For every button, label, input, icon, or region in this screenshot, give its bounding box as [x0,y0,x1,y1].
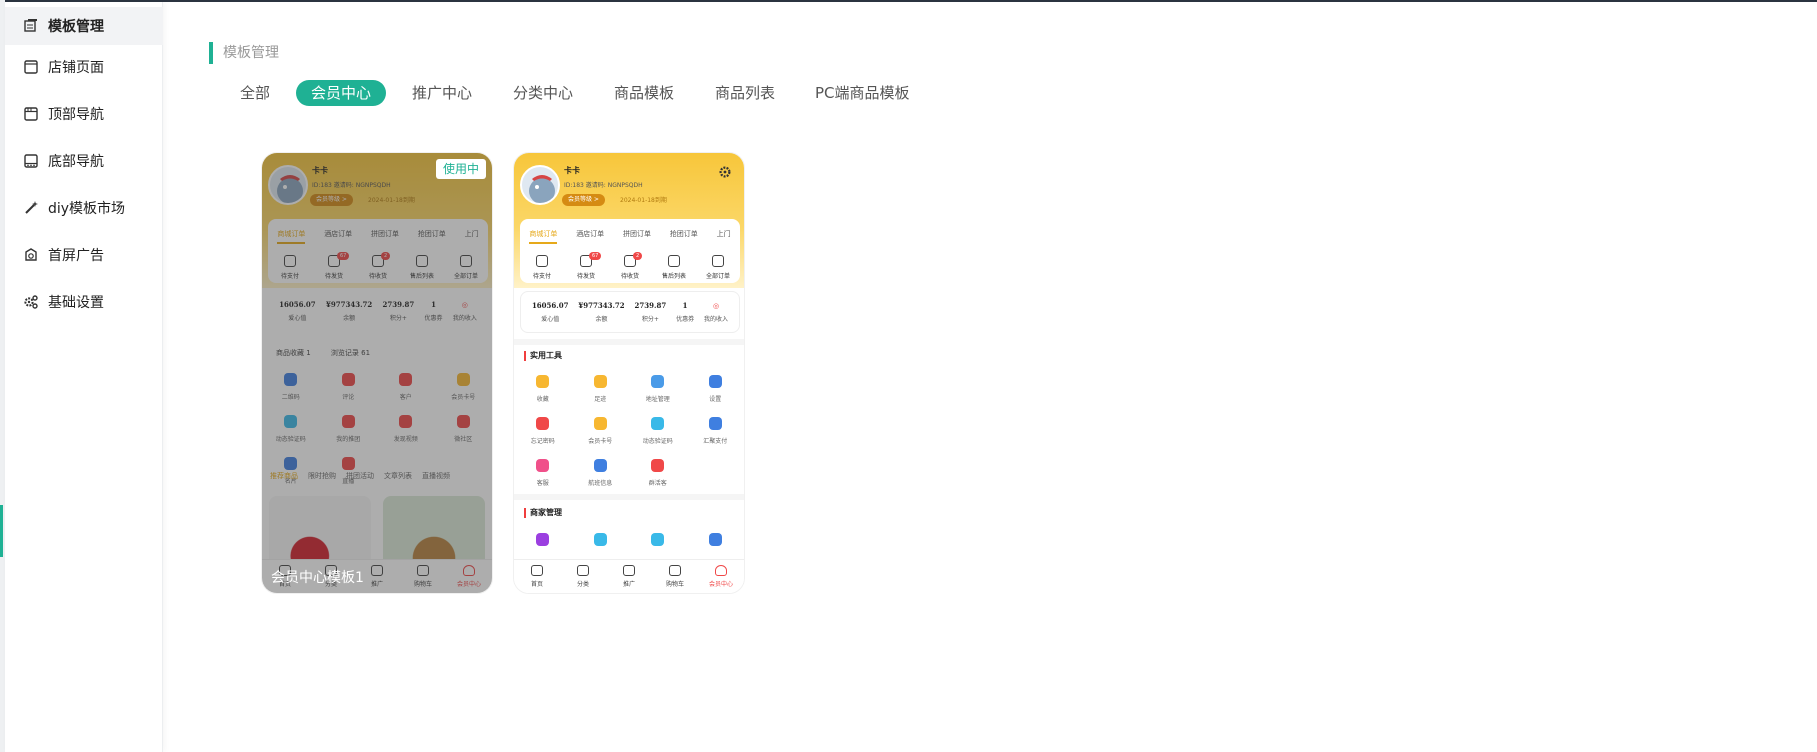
sidebar-item-label: 店铺页面 [48,60,104,76]
stat-points: 2739.87 积分+ [634,301,667,323]
grid-item: 汇聚支付 [687,417,745,445]
order-tab: 商城订单 [529,229,558,244]
template-name: 会员中心模板1 [271,570,364,586]
sidebar-item-label: 顶部导航 [48,107,104,123]
grid-item: 设置 [687,375,745,403]
card-overlay [262,153,492,593]
avatar [520,165,560,205]
stat-balance: ¥977343.72 余额 [578,301,625,323]
member-level-badge: 会员等级 > [562,194,605,206]
bottom-nav-icon [24,154,38,168]
tab-category-center[interactable]: 分类中心 [513,80,573,106]
left-edge-marker [0,505,3,557]
page-title: 模板管理 [209,42,279,64]
order-pending-ship: 67 待发货 [569,252,603,280]
merchant-title: 商家管理 [524,508,562,518]
stat-coupons: 1 优惠券 [676,301,695,323]
divider [514,494,744,500]
grid-item: 群活客 [629,459,687,487]
order-all: 全部订单 [701,255,735,280]
user-meta: ID:183 邀请码: NGNPSQDH [564,182,643,189]
order-tab: 上门 [716,230,731,238]
tab-pc-product-template[interactable]: PC端商品模板 [815,80,910,106]
bottom-nav-member: 会员中心 [702,565,740,588]
in-use-badge: 使用中 [435,159,486,179]
member-expire: 2024-01-18到期 [620,197,667,204]
bottom-nav-home: 首页 [518,565,556,588]
sidebar-item-top-nav[interactable]: 顶部导航 [5,95,163,133]
gear-icon [24,295,38,309]
grid-item: 忘记密码 [514,417,572,445]
sidebar-item-label: 底部导航 [48,154,104,170]
template-card-member-center-2[interactable]: 卡卡 ID:183 邀请码: NGNPSQDH 会员等级 > 2024-01-1… [513,152,745,594]
sidebar-item-bottom-nav[interactable]: 底部导航 [5,142,163,180]
grid-item: 地址管理 [629,375,687,403]
order-tab: 拼团订单 [622,230,651,238]
stat-income: ◎ 我的收入 [704,301,729,323]
bottom-nav-cart: 购物车 [656,565,694,588]
grid-item: 客服 [514,459,572,487]
tab-all[interactable]: 全部 [240,80,270,106]
stat-love: 16056.07 爱心值 [531,301,569,323]
order-panel: 商城订单 酒店订单 拼团订单 抢团订单 上门 待支付 67 待发货 2 待收货 售后… [520,219,740,283]
stats-panel: 16056.07 爱心值 ¥977343.72 余额 2739.87 积分+ 1 优惠券… [520,291,740,333]
divider [514,339,744,345]
sidebar-item-diy-market[interactable]: diy模板市场 [5,189,163,227]
sidebar-item-label: diy模板市场 [48,201,126,217]
template-icon [24,19,37,32]
top-nav-icon [24,107,38,121]
template-card-member-center-1[interactable]: 卡卡 ID:183 邀请码: NGNPSQDH 会员等级 > 2024-01-1… [261,152,493,594]
page-icon [24,60,38,74]
order-tab: 抢团订单 [669,230,698,238]
tab-product-list[interactable]: 商品列表 [715,80,775,106]
tab-product-template[interactable]: 商品模板 [614,80,674,106]
grid-item: 足迹 [572,375,630,403]
sidebar: 模板管理 店铺页面 顶部导航 底部导航 diy模板市场 首屏广告 基础设置 [5,2,163,752]
magic-wand-icon [25,201,38,214]
grid-item: 航班信息 [572,459,630,487]
sidebar-item-splash-ad[interactable]: 首屏广告 [5,236,163,274]
ad-icon [25,248,37,261]
order-after-sale: 售后列表 [657,255,691,280]
username: 卡卡 [564,166,580,175]
settings-gear-icon [719,166,731,178]
top-border [0,0,1817,2]
tools-grid: 收藏 足迹 地址管理 设置忘记密码 会员卡号 动态验证码 汇聚支付客服 航班信息 群活客 [514,375,744,487]
sidebar-item-shop-page[interactable]: 店铺页面 [5,48,163,86]
tab-promotion-center[interactable]: 推广中心 [412,80,472,106]
bottom-nav-category: 分类 [564,565,602,588]
sidebar-item-basic-settings[interactable]: 基础设置 [5,283,163,321]
phone-bottom-nav: 首页 分类 推广 购物车 会员中心 [514,559,744,593]
bottom-nav-promo: 推广 [610,565,648,588]
sidebar-item-label: 基础设置 [48,295,104,311]
tools-title: 实用工具 [524,351,562,361]
order-pending-receive: 2 待收货 [613,252,647,280]
grid-item: 收藏 [514,375,572,403]
sidebar-item-template-manage[interactable]: 模板管理 [5,7,163,45]
tab-member-center[interactable]: 会员中心 [296,80,387,106]
sidebar-item-label: 首屏广告 [48,248,104,264]
grid-item: 会员卡号 [572,417,630,445]
sidebar-item-label: 模板管理 [48,19,104,35]
merchant-grid [514,533,744,552]
order-tab: 酒店订单 [576,230,605,238]
grid-item: 动态验证码 [629,417,687,445]
order-pending-pay: 待支付 [525,255,559,280]
